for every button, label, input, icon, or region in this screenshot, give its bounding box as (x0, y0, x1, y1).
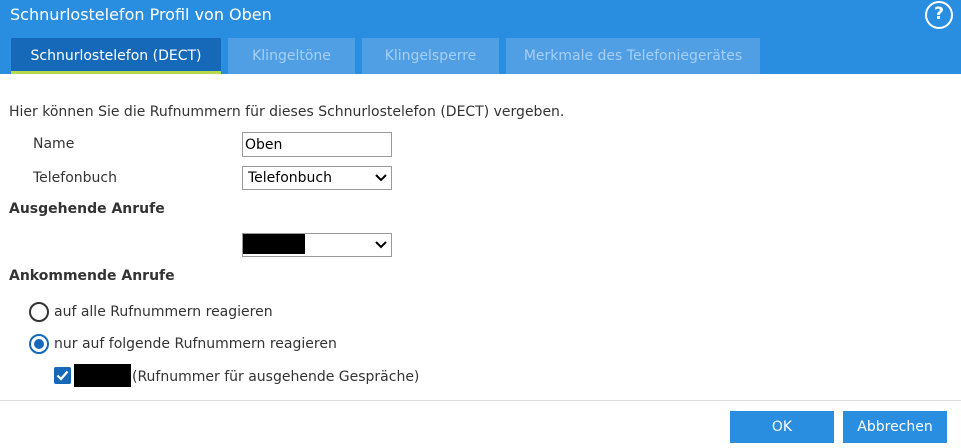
tab-label: Klingeltöne (252, 48, 331, 64)
outgoing-number-note: (Rufnummer für ausgehende Gespräche) (132, 369, 420, 385)
redacted-number (74, 364, 131, 387)
tab-klingelsperre[interactable]: Klingelsperre (362, 38, 499, 74)
tab-label: Klingelsperre (384, 48, 477, 64)
active-tab-underline (11, 71, 221, 74)
dialog-title: Schnurlostelefon Profil von Oben (10, 5, 272, 24)
incoming-calls-heading: Ankommende Anrufe (9, 268, 175, 284)
ok-button[interactable]: OK (730, 411, 834, 443)
help-icon[interactable]: ? (925, 1, 953, 29)
name-label: Name (33, 136, 75, 152)
number-checkbox[interactable] (54, 367, 71, 384)
radio-dot (34, 339, 44, 349)
phonebook-select[interactable]: Telefonbuch (242, 166, 392, 190)
phonebook-label: Telefonbuch (33, 170, 117, 186)
outgoing-calls-heading: Ausgehende Anrufe (9, 201, 165, 217)
tab-dect[interactable]: Schnurlostelefon (DECT) (11, 38, 221, 74)
tab-label: Merkmale des Telefoniegerätes (523, 48, 743, 64)
name-input[interactable] (242, 132, 392, 157)
radio-all-numbers-label: auf alle Rufnummern reagieren (54, 304, 273, 320)
chevron-down-icon (375, 174, 387, 182)
tab-merkmale[interactable]: Merkmale des Telefoniegerätes (506, 38, 760, 74)
phonebook-selected-value: Telefonbuch (248, 170, 332, 186)
radio-all-numbers[interactable] (29, 302, 49, 322)
radio-selected-numbers[interactable] (29, 334, 49, 354)
cancel-button[interactable]: Abbrechen (843, 411, 947, 443)
radio-selected-numbers-label: nur auf folgende Rufnummern reagieren (54, 336, 337, 352)
chevron-down-icon (375, 241, 387, 249)
intro-text: Hier können Sie die Rufnummern für diese… (9, 104, 565, 120)
checkmark-icon (56, 370, 69, 381)
footer-divider (0, 400, 961, 401)
dialog-header: Schnurlostelefon Profil von Oben ? Schnu… (0, 0, 961, 74)
redacted-number (243, 234, 305, 254)
tab-klingeltoene[interactable]: Klingeltöne (228, 38, 355, 74)
tab-label: Schnurlostelefon (DECT) (30, 48, 202, 64)
outgoing-number-select[interactable] (242, 233, 392, 257)
